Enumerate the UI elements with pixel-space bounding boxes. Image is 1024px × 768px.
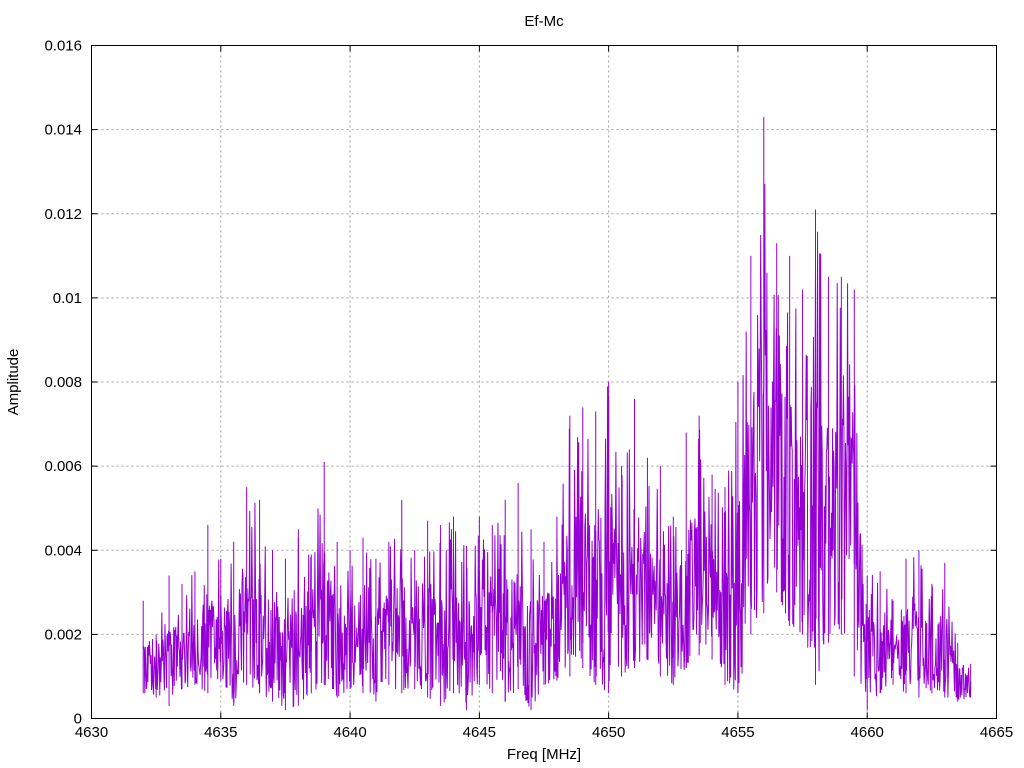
y-axis-label: Amplitude [5, 349, 22, 416]
y-tick-label: 0.002 [44, 626, 82, 643]
y-tick-label: 0.006 [44, 458, 82, 475]
y-tick-label: 0.008 [44, 374, 82, 391]
y-tick-label: 0 [74, 711, 82, 728]
x-tick-label: 4645 [463, 724, 496, 741]
y-tick-label: 0.012 [44, 206, 82, 223]
x-tick-label: 4655 [721, 724, 754, 741]
chart-title: Ef-Mc [524, 13, 564, 30]
x-tick-label: 4635 [204, 724, 237, 741]
x-tick-label: 4660 [851, 724, 884, 741]
x-axis-label: Freq [MHz] [507, 746, 581, 763]
x-tick-label: 4665 [980, 724, 1013, 741]
y-tick-label: 0.016 [44, 38, 82, 55]
x-tick-label: 4650 [592, 724, 625, 741]
y-tick-label: 0.01 [53, 290, 82, 307]
series-layer [142, 117, 972, 711]
y-tick-label: 0.004 [44, 542, 82, 559]
chart: 4630 4635 4640 4645 4650 4655 4660 466500.0020.… [5, 13, 1013, 763]
y-tick-label: 0.014 [44, 122, 82, 139]
x-tick-label: 4640 [333, 724, 366, 741]
